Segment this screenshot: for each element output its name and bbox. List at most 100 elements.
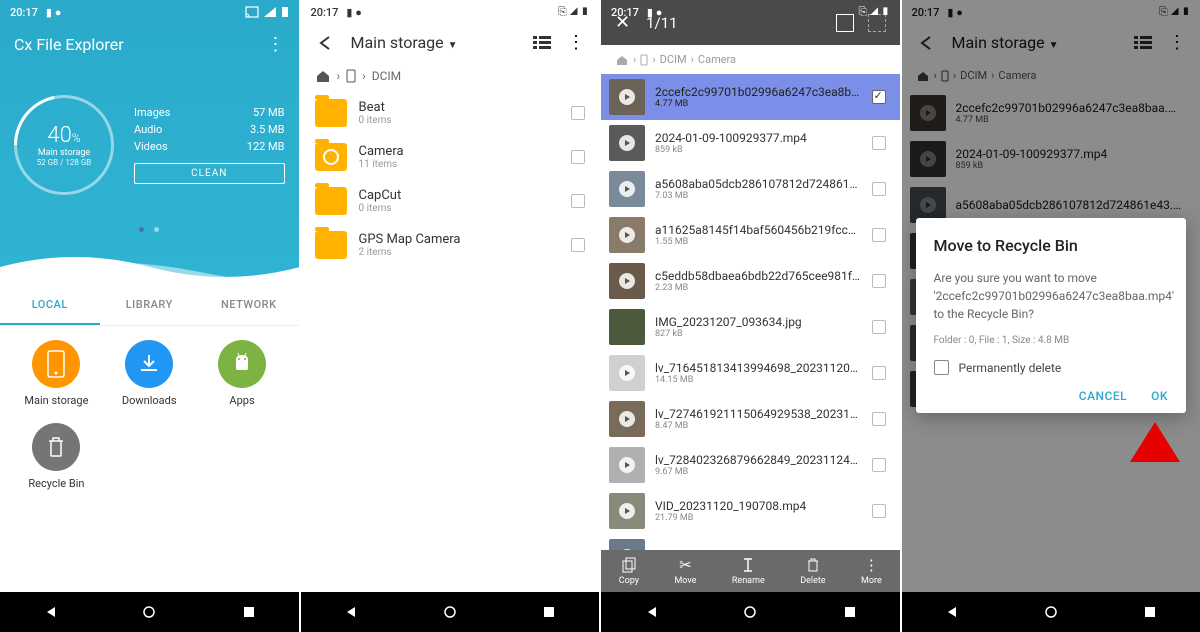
file-checkbox[interactable]: [872, 412, 886, 426]
folder-item[interactable]: Camera 11 items: [301, 135, 600, 179]
storage-circle[interactable]: 40% Main storage 52 GB / 128 GB: [14, 95, 114, 195]
play-icon: [619, 181, 635, 197]
permanent-delete-checkbox[interactable]: [934, 360, 949, 375]
file-name: 2024-01-09-100929377.mp4: [655, 131, 862, 145]
nav-home[interactable]: [741, 603, 759, 621]
grid-downloads[interactable]: Downloads: [103, 340, 196, 407]
tab-network[interactable]: NETWORK: [199, 286, 299, 325]
tool-copy[interactable]: Copy: [619, 556, 639, 586]
file-name: lv_716451813413994698_20231120191129.mp4: [655, 361, 862, 375]
storage-label: Main storage: [38, 148, 90, 158]
nav-home[interactable]: [140, 603, 158, 621]
file-checkbox[interactable]: [872, 182, 886, 196]
folder-checkbox[interactable]: [571, 238, 585, 252]
play-icon: [619, 549, 635, 550]
clean-button[interactable]: CLEAN: [134, 163, 285, 184]
breadcrumb[interactable]: › › DCIM › Camera: [601, 45, 900, 74]
nav-recent[interactable]: [1141, 603, 1159, 621]
grid-main-storage[interactable]: Main storage: [10, 340, 103, 407]
grid-recycle-bin[interactable]: Recycle Bin: [10, 423, 103, 490]
copy-icon: [621, 556, 637, 574]
ok-button[interactable]: OK: [1151, 389, 1168, 403]
header-title[interactable]: Main storage ▼: [351, 33, 458, 52]
permanent-delete-label: Permanently delete: [959, 361, 1062, 375]
status-time: 20:17: [311, 6, 339, 19]
nav-recent[interactable]: [540, 603, 558, 621]
file-checkbox[interactable]: [872, 458, 886, 472]
file-item[interactable]: lv_728402326879662849_20231124010906.mp4…: [601, 442, 900, 488]
folder-checkbox[interactable]: [571, 194, 585, 208]
status-bar: 20:17 ▮ ● ⎘ ◢ ▮: [601, 0, 900, 24]
signal-icon: [263, 6, 277, 18]
file-list: 2ccefc2c99701b02996a6247c3ea8baa.mp4 4.7…: [601, 74, 900, 550]
file-item[interactable]: c5eddb58dbaea6bdb22d765cee981fcc.mp4 2.2…: [601, 258, 900, 304]
play-icon: [619, 411, 635, 427]
status-time: 20:17: [611, 6, 639, 19]
file-name: lv_727461921115064929538_20231124012705.…: [655, 407, 862, 421]
nav-recent[interactable]: [841, 603, 859, 621]
file-checkbox[interactable]: [872, 228, 886, 242]
play-icon: [619, 273, 635, 289]
folder-name: GPS Map Camera: [359, 232, 560, 247]
file-size: 859 kB: [655, 145, 862, 155]
tool-move[interactable]: ✂Move: [674, 556, 696, 586]
file-checkbox[interactable]: [872, 90, 886, 104]
file-name: VID_20231120_190708.mp4: [655, 499, 862, 513]
nav-home[interactable]: [441, 603, 459, 621]
view-list-icon[interactable]: [533, 35, 551, 51]
menu-dots-icon[interactable]: ⋮: [567, 32, 585, 53]
home-grid: Main storage Downloads Apps Recycle Bin: [0, 326, 299, 520]
tool-delete[interactable]: Delete: [800, 556, 825, 586]
file-checkbox[interactable]: [872, 320, 886, 334]
file-name: a11625a8145f14baf560456b219fcc19.mp4: [655, 223, 862, 237]
file-item[interactable]: 2ccefc2c99701b02996a6247c3ea8baa.mp4 4.7…: [601, 74, 900, 120]
tab-library[interactable]: LIBRARY: [100, 286, 200, 325]
file-item[interactable]: IMG_20231207_093634.jpg 827 kB: [601, 304, 900, 350]
file-item[interactable]: a11625a8145f14baf560456b219fcc19.mp4 1.5…: [601, 212, 900, 258]
nav-recent[interactable]: [240, 603, 258, 621]
folder-item[interactable]: GPS Map Camera 2 items: [301, 223, 600, 267]
status-notif-icons: ▮ ●: [46, 6, 61, 19]
file-checkbox[interactable]: [872, 274, 886, 288]
file-item[interactable]: a5608aba05dcb286107812d724861e43.mp4 7.0…: [601, 166, 900, 212]
file-item[interactable]: VID_20231120_190708.mp4 21.79 MB: [601, 488, 900, 534]
nav-back[interactable]: [341, 603, 359, 621]
nav-back[interactable]: [642, 603, 660, 621]
chevron-down-icon: ▼: [448, 40, 458, 51]
back-icon[interactable]: [315, 33, 335, 53]
file-item[interactable]: 2024-01-09-100929377.mp4 859 kB: [601, 120, 900, 166]
cancel-button[interactable]: CANCEL: [1079, 389, 1127, 403]
folder-checkbox[interactable]: [571, 106, 585, 120]
page-indicator[interactable]: [0, 217, 299, 236]
file-size: 21.79 MB: [655, 513, 862, 523]
permanent-delete-row[interactable]: Permanently delete: [934, 360, 1169, 375]
phone-icon: [640, 54, 648, 66]
storage-percent: 40: [47, 123, 71, 148]
action-toolbar: Copy ✂Move Rename Delete ⋮More: [601, 550, 900, 592]
breadcrumb-item[interactable]: DCIM: [372, 69, 401, 83]
breadcrumb[interactable]: › › DCIM: [301, 61, 600, 91]
nav-home[interactable]: [1042, 603, 1060, 621]
file-thumbnail: [609, 401, 645, 437]
nav-back[interactable]: [41, 603, 59, 621]
menu-dots-icon[interactable]: ⋮: [267, 34, 285, 55]
folder-icon: [315, 187, 347, 215]
file-item[interactable]: lv_727461921115064929538_20231124012705.…: [601, 396, 900, 442]
tab-local[interactable]: LOCAL: [0, 286, 100, 325]
folder-item[interactable]: Beat 0 items: [301, 91, 600, 135]
status-bar: 20:17 ▮ ●: [0, 0, 299, 24]
chevron-right-icon: ›: [362, 69, 366, 83]
grid-apps[interactable]: Apps: [196, 340, 289, 407]
tool-more[interactable]: ⋮More: [861, 556, 882, 586]
tool-rename[interactable]: Rename: [732, 556, 765, 586]
nav-back[interactable]: [942, 603, 960, 621]
folder-item[interactable]: CapCut 0 items: [301, 179, 600, 223]
file-checkbox[interactable]: [872, 504, 886, 518]
file-item[interactable]: lv_716451813413994698_20231120191129.mp4…: [601, 350, 900, 396]
file-checkbox[interactable]: [872, 366, 886, 380]
folder-checkbox[interactable]: [571, 150, 585, 164]
play-icon: [619, 135, 635, 151]
file-checkbox[interactable]: [872, 136, 886, 150]
file-item[interactable]: VID_20231207_093431.mp4: [601, 534, 900, 550]
play-icon: [619, 457, 635, 473]
